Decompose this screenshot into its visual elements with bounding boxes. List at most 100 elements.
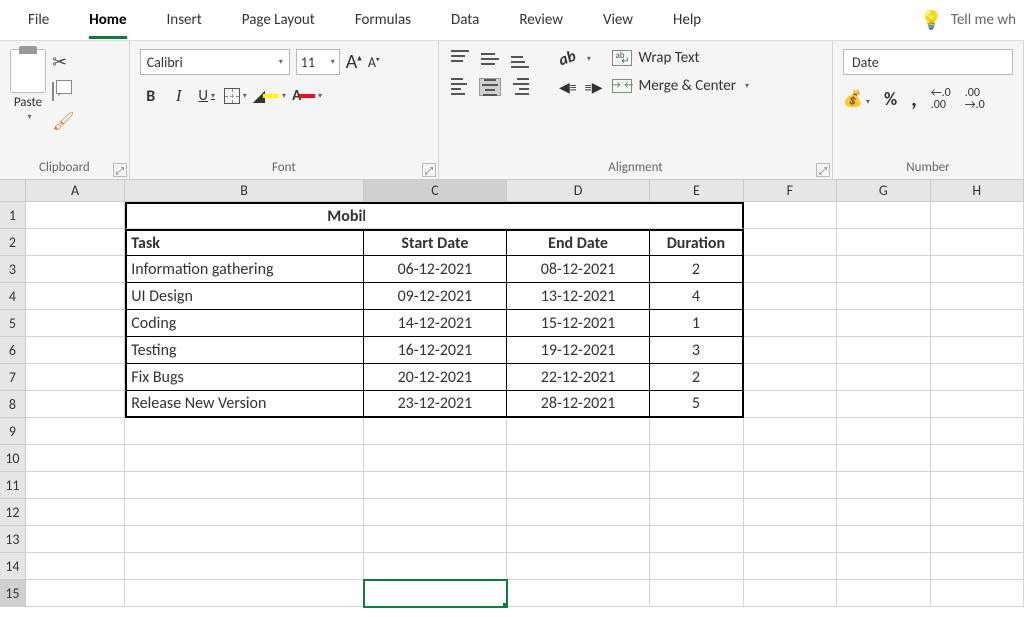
cell[interactable]: [744, 445, 837, 472]
row-header[interactable]: 15: [0, 580, 26, 607]
number-format-select[interactable]: Date: [843, 49, 1013, 75]
row-header[interactable]: 5: [0, 310, 26, 337]
cell[interactable]: [931, 202, 1024, 229]
cell[interactable]: [125, 418, 364, 445]
wrap-text-button[interactable]: Wrap Text: [612, 49, 749, 67]
cell[interactable]: [507, 472, 650, 499]
col-header-A[interactable]: A: [26, 180, 125, 202]
col-header-E[interactable]: E: [650, 180, 743, 202]
cell[interactable]: [26, 445, 125, 472]
cell[interactable]: [837, 310, 930, 337]
cell[interactable]: 20-12-2021: [364, 364, 507, 391]
cell[interactable]: [26, 499, 125, 526]
row-header[interactable]: 1: [0, 202, 26, 229]
decrease-font-button[interactable]: A▾: [368, 54, 380, 71]
cell[interactable]: [931, 283, 1024, 310]
row-header[interactable]: 9: [0, 418, 26, 445]
paste-button[interactable]: Paste ▾: [10, 49, 46, 132]
row-header[interactable]: 8: [0, 391, 26, 418]
percent-format-button[interactable]: %: [884, 88, 897, 110]
cell[interactable]: [507, 499, 650, 526]
cell[interactable]: End Date: [507, 229, 650, 256]
select-all-corner[interactable]: [0, 180, 26, 202]
cell[interactable]: [837, 580, 930, 607]
row-header[interactable]: 6: [0, 337, 26, 364]
copy-button[interactable]: ▾: [52, 83, 75, 100]
row-header[interactable]: 4: [0, 283, 26, 310]
cell[interactable]: [837, 418, 930, 445]
cell[interactable]: [744, 310, 837, 337]
cell[interactable]: [837, 256, 930, 283]
cell[interactable]: [744, 364, 837, 391]
tab-data[interactable]: Data: [431, 3, 499, 37]
cell[interactable]: [837, 364, 930, 391]
row-header[interactable]: 12: [0, 499, 26, 526]
cell[interactable]: [26, 526, 125, 553]
cell[interactable]: [125, 580, 364, 607]
cell[interactable]: 3: [650, 337, 743, 364]
cell[interactable]: [837, 445, 930, 472]
cell[interactable]: 23-12-2021: [364, 391, 507, 418]
increase-decimal-button[interactable]: ←.0.00: [931, 87, 951, 111]
decrease-indent-button[interactable]: ◀≡: [559, 79, 577, 96]
cell[interactable]: 06-12-2021: [364, 256, 507, 283]
cell[interactable]: [364, 418, 507, 445]
cell[interactable]: [744, 580, 837, 607]
cell[interactable]: [837, 337, 930, 364]
cell[interactable]: 2: [650, 364, 743, 391]
cell[interactable]: [931, 418, 1024, 445]
comma-format-button[interactable]: ,: [911, 85, 917, 112]
font-family-select[interactable]: Calibri▾: [140, 49, 290, 75]
align-center-button[interactable]: [479, 78, 501, 96]
cell[interactable]: [744, 256, 837, 283]
cell[interactable]: Start Date: [364, 229, 507, 256]
col-header-C[interactable]: C: [364, 180, 507, 202]
cell[interactable]: [507, 445, 650, 472]
cell[interactable]: [931, 229, 1024, 256]
cell[interactable]: [26, 283, 125, 310]
cell[interactable]: [26, 418, 125, 445]
tell-me-search[interactable]: 💡 Tell me wh: [920, 9, 1016, 31]
cell[interactable]: [931, 580, 1024, 607]
row-header[interactable]: 3: [0, 256, 26, 283]
cell[interactable]: [931, 364, 1024, 391]
cell[interactable]: UI Design: [125, 283, 364, 310]
cell[interactable]: 28-12-2021: [507, 391, 650, 418]
cell[interactable]: [744, 526, 837, 553]
cell[interactable]: Information gathering: [125, 256, 364, 283]
cell[interactable]: [931, 256, 1024, 283]
col-header-G[interactable]: G: [837, 180, 930, 202]
tab-formulas[interactable]: Formulas: [335, 3, 431, 37]
cell[interactable]: [365, 202, 508, 229]
cell[interactable]: 19-12-2021: [507, 337, 650, 364]
row-header[interactable]: 13: [0, 526, 26, 553]
cell[interactable]: [931, 472, 1024, 499]
cell[interactable]: [837, 499, 930, 526]
cell[interactable]: [364, 472, 507, 499]
cell[interactable]: [26, 202, 125, 229]
font-dialog-launcher[interactable]: ⤢: [422, 163, 436, 177]
cell[interactable]: [125, 553, 364, 580]
align-left-button[interactable]: [449, 78, 471, 96]
cell[interactable]: 2: [650, 256, 743, 283]
fill-color-button[interactable]: ◢▾: [253, 85, 286, 107]
cell[interactable]: [931, 391, 1024, 418]
col-header-D[interactable]: D: [507, 180, 650, 202]
cell[interactable]: [650, 580, 743, 607]
col-header-B[interactable]: B: [125, 180, 364, 202]
cell[interactable]: Mobile App Development Project: [125, 202, 365, 229]
increase-indent-button[interactable]: ≡▶: [585, 79, 603, 96]
tab-file[interactable]: File: [8, 3, 69, 37]
col-header-F[interactable]: F: [744, 180, 837, 202]
cell[interactable]: [507, 553, 650, 580]
col-header-H[interactable]: H: [931, 180, 1024, 202]
cell[interactable]: 5: [650, 391, 743, 418]
underline-button[interactable]: U▾: [196, 85, 218, 107]
tab-insert[interactable]: Insert: [147, 3, 222, 37]
cell[interactable]: [744, 499, 837, 526]
cell[interactable]: [26, 337, 125, 364]
cell[interactable]: 22-12-2021: [507, 364, 650, 391]
tab-help[interactable]: Help: [653, 3, 721, 37]
clipboard-dialog-launcher[interactable]: ⤢: [113, 163, 127, 177]
cell[interactable]: [364, 526, 507, 553]
